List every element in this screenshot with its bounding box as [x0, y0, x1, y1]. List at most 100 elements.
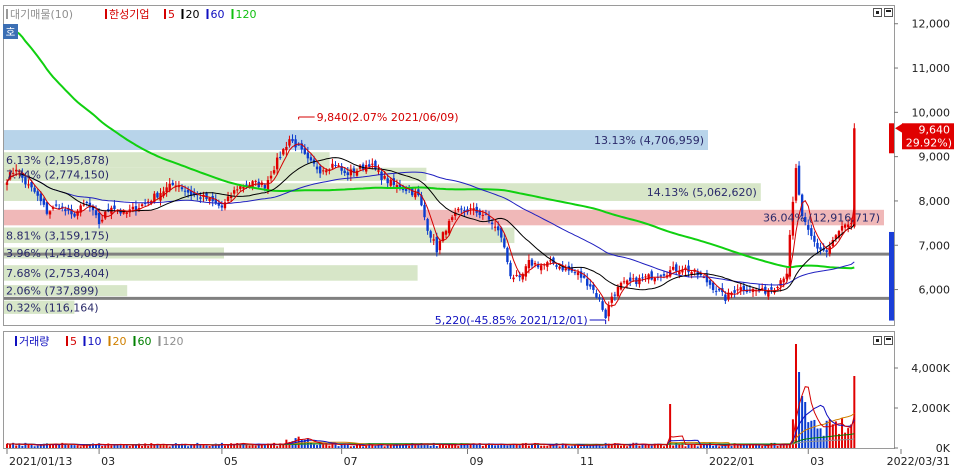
candle-body [251, 181, 254, 188]
candle-body [389, 179, 392, 186]
volume-bar [30, 444, 33, 448]
candle-body [782, 278, 785, 283]
maximize-icon[interactable] [884, 8, 893, 17]
supply-zone-label: 8.81% (3,159,175) [6, 229, 109, 242]
volume-bar [672, 445, 675, 448]
volume-bar [558, 446, 561, 448]
candle-body [475, 206, 478, 213]
volume-bar [828, 419, 831, 448]
candle-body [595, 293, 598, 298]
candle-body [604, 309, 607, 319]
current-price-bar [889, 123, 894, 154]
volume-bar [196, 442, 199, 448]
volume-bar [776, 445, 779, 448]
date-tick-label: 11 [580, 455, 594, 468]
maximize-icon-glyph [886, 10, 891, 12]
high-annotation: 9,840(2.07% 2021/06/09) [298, 111, 459, 124]
minimize-icon-glyph [876, 339, 879, 342]
candle-body [269, 175, 273, 179]
volume-bar [696, 446, 699, 448]
candle-body [481, 214, 485, 216]
legend-label: 60 [138, 335, 152, 348]
candle-body [125, 212, 128, 214]
candle-body [527, 260, 531, 269]
volume-bar [494, 445, 497, 448]
candle-body [383, 175, 386, 179]
candle-body [530, 259, 534, 266]
candle-body [294, 139, 297, 148]
volume-bar [58, 444, 61, 448]
candle-body [810, 228, 813, 236]
candle-body [653, 277, 656, 282]
volume-bar [208, 446, 211, 448]
candle-body [183, 190, 187, 192]
candle-body [515, 275, 518, 277]
volume-bar [429, 445, 432, 448]
volume-bar [199, 444, 202, 448]
candle-body [239, 186, 242, 189]
volume-bar [626, 446, 629, 448]
volume-bar [540, 445, 543, 448]
candle-body [586, 278, 589, 286]
volume-bar [598, 445, 601, 448]
volume-bar [349, 446, 352, 448]
candle-body [64, 209, 67, 212]
legend-marker [66, 336, 68, 346]
candle-body [469, 208, 472, 210]
legend-marker [181, 9, 184, 19]
candle-body [27, 184, 30, 186]
date-tick-label: 2021/01/13 [9, 455, 72, 468]
volume-bar [813, 419, 816, 448]
volume-bar [745, 445, 748, 448]
candle-body [306, 152, 310, 159]
volume-bar [168, 446, 171, 448]
volume-bar [718, 446, 721, 448]
maximize-icon[interactable] [884, 336, 893, 345]
legend-marker [158, 336, 161, 346]
candle-body [739, 287, 742, 291]
volume-bar [632, 442, 635, 448]
candle-body [582, 275, 586, 278]
candle-body [558, 266, 561, 269]
candle-body [724, 294, 727, 301]
volume-bar [641, 444, 644, 448]
volume-bar [365, 445, 368, 448]
legend-marker [105, 9, 107, 19]
candle-body [497, 226, 500, 231]
candle-body [199, 197, 202, 199]
current-price-tag: 9,640 ( 29.92%) [895, 123, 954, 149]
candle-body [229, 196, 233, 199]
candle-body [770, 287, 773, 290]
candle-body [625, 280, 629, 285]
candle-body [318, 166, 322, 174]
supply-zone-label: 2.06% (737,899) [6, 285, 99, 298]
candle-body [506, 247, 509, 263]
volume-bar [150, 443, 153, 448]
volume-bar [635, 442, 638, 448]
volume-bar [177, 444, 180, 448]
volume-bar [392, 445, 395, 448]
candle-body [592, 284, 595, 290]
candle-body [285, 146, 288, 151]
legend-label: 5 [168, 8, 175, 21]
legend-label: 120 [236, 8, 257, 21]
candle-body [671, 266, 675, 270]
volume-bar [141, 446, 144, 448]
volume-bar [650, 445, 653, 448]
legend-marker [108, 336, 111, 346]
candle-body [386, 178, 389, 184]
volume-bar [853, 376, 856, 448]
volume-bar [662, 446, 665, 448]
volume-bar [715, 445, 718, 448]
supply-zone-label: 7.68% (2,753,404) [6, 267, 109, 280]
volume-bar [764, 445, 767, 448]
volume-bar [699, 445, 702, 448]
candle-body [343, 170, 346, 174]
candle-body [573, 272, 577, 274]
candle-body [776, 286, 779, 289]
badge[interactable]: 호 [3, 24, 18, 39]
candle-body [414, 192, 417, 198]
candle-body [85, 201, 89, 203]
candle-body [236, 189, 239, 191]
candle-body [813, 235, 816, 242]
